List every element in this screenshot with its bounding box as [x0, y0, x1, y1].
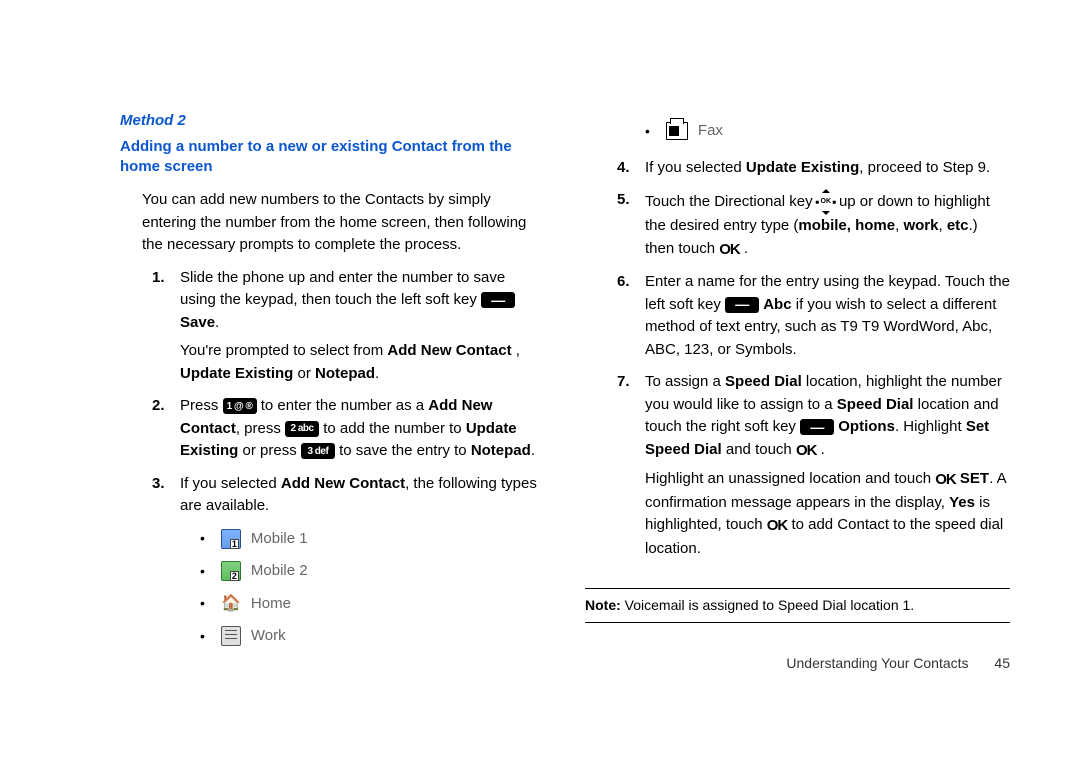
note-label: Note: — [585, 597, 621, 613]
ok-icon: OK — [767, 515, 788, 538]
mobile-2-icon — [221, 561, 241, 581]
softkey-dash-icon — [725, 297, 759, 313]
step-number: 3. — [152, 473, 165, 496]
contact-type-list: •Mobile 1 •Mobile 2 •🏠Home •Work — [180, 528, 545, 648]
step-3: 3. If you selected Add New Contact, the … — [152, 473, 545, 648]
step-2: 2. Press 1 @ ® to enter the number as a … — [152, 395, 545, 463]
ok-icon: OK — [796, 440, 817, 463]
step-number: 7. — [617, 371, 630, 394]
section-subhead: Adding a number to a new or existing Con… — [120, 137, 545, 178]
key-1-icon: 1 @ ® — [223, 398, 257, 414]
note-text: Voicemail is assigned to Speed Dial loca… — [621, 597, 914, 613]
step-4: 4. If you selected Update Existing, proc… — [617, 157, 1010, 180]
type-mobile-1: •Mobile 1 — [200, 528, 545, 551]
manual-page: Method 2 Adding a number to a new or exi… — [0, 0, 1080, 704]
page-number: 45 — [994, 655, 1010, 671]
directional-key-icon: OK — [817, 189, 835, 215]
softkey-dash-icon — [800, 419, 834, 435]
step-text: Slide the phone up and enter the number … — [180, 269, 505, 309]
step-1-sub: You're prompted to select from Add New C… — [180, 340, 545, 385]
home-icon: 🏠 — [221, 595, 241, 613]
work-icon — [221, 626, 241, 646]
step-number: 5. — [617, 189, 630, 212]
softkey-dash-icon — [481, 292, 515, 308]
mobile-1-icon — [221, 529, 241, 549]
page-footer: Understanding Your Contacts 45 — [585, 653, 1010, 674]
ok-icon: OK — [719, 239, 740, 262]
step-6: 6. Enter a name for the entry using the … — [617, 271, 1010, 361]
type-fax: •Fax — [645, 120, 1010, 143]
fax-icon — [666, 122, 688, 140]
step-number: 1. — [152, 267, 165, 290]
step-7: 7. To assign a Speed Dial location, high… — [617, 371, 1010, 560]
step-1: 1. Slide the phone up and enter the numb… — [152, 267, 545, 386]
method-title: Method 2 — [120, 110, 545, 133]
intro-paragraph: You can add new numbers to the Contacts … — [142, 189, 545, 257]
ok-icon: OK — [935, 469, 956, 492]
type-mobile-2: •Mobile 2 — [200, 560, 545, 583]
type-work: •Work — [200, 625, 545, 648]
left-column: Method 2 Adding a number to a new or exi… — [120, 110, 545, 674]
note-box: Note: Voicemail is assigned to Speed Dia… — [585, 588, 1010, 623]
key-2-icon: 2 abc — [285, 421, 319, 437]
step-5: 5. Touch the Directional key OK up or do… — [617, 189, 1010, 261]
left-steps: 1. Slide the phone up and enter the numb… — [120, 267, 545, 648]
right-column: •Fax 4. If you selected Update Existing,… — [585, 110, 1010, 674]
right-steps: 4. If you selected Update Existing, proc… — [585, 157, 1010, 561]
step-number: 2. — [152, 395, 165, 418]
type-home: •🏠Home — [200, 593, 545, 616]
step-7-sub: Highlight an unassigned location and tou… — [645, 468, 1010, 560]
step-number: 4. — [617, 157, 630, 180]
key-3-icon: 3 def — [301, 443, 335, 459]
step-number: 6. — [617, 271, 630, 294]
contact-type-list-cont: •Fax — [585, 120, 1010, 143]
section-name: Understanding Your Contacts — [786, 655, 968, 671]
save-label: Save — [180, 314, 215, 331]
